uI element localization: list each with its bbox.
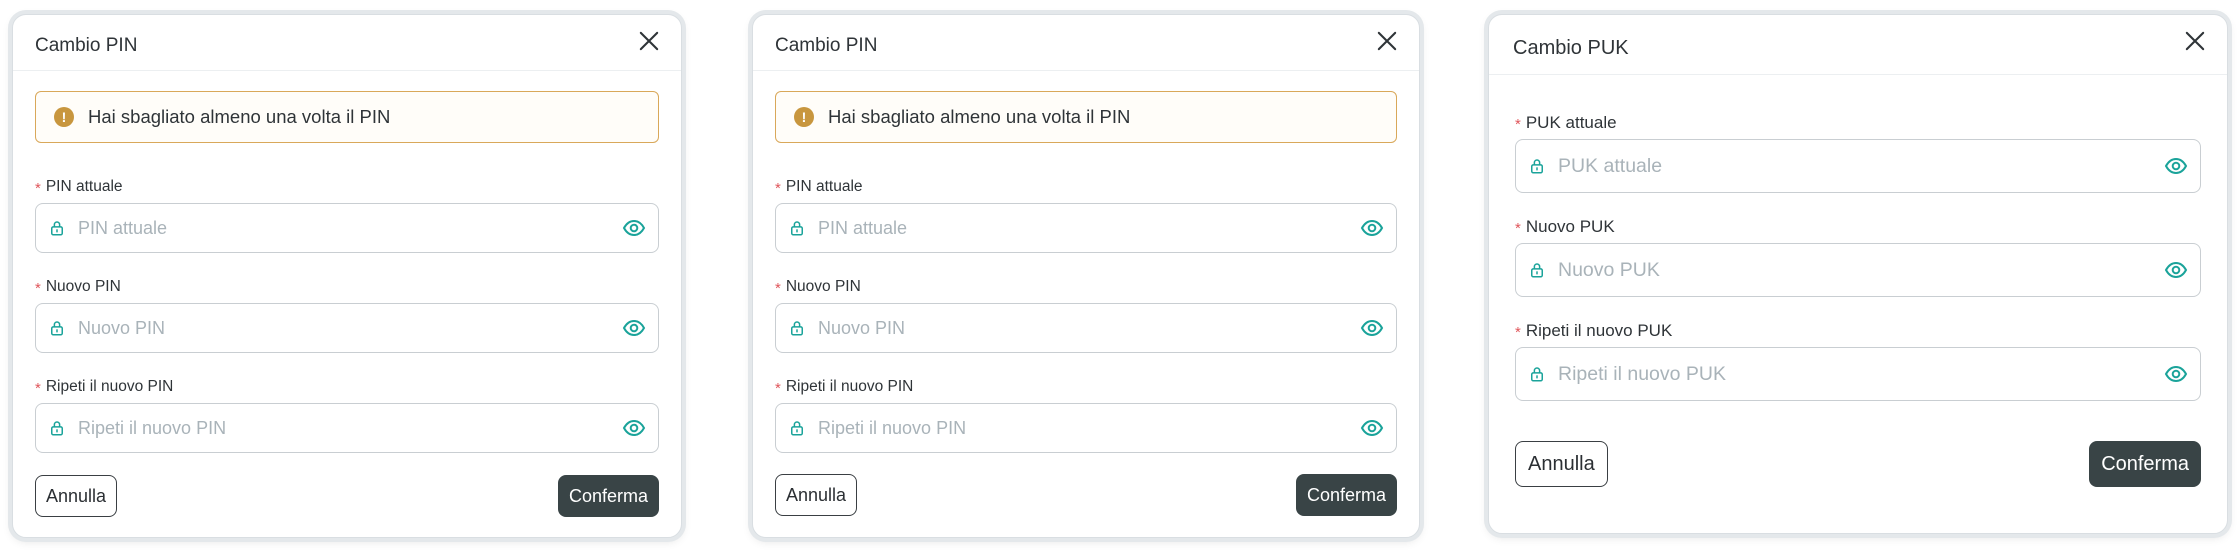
lock-icon (48, 219, 66, 237)
current-pin-input-box[interactable] (775, 203, 1397, 253)
repeat-pin-input[interactable] (78, 413, 622, 443)
warning-alert: ! Hai sbagliato almeno una volta il PIN (775, 91, 1397, 143)
repeat-puk-input[interactable] (1558, 359, 2164, 389)
required-asterisk: * (1515, 219, 1521, 237)
required-asterisk: * (1515, 323, 1521, 341)
field-repeat-pin: * Ripeti il nuovo PIN (775, 377, 1397, 453)
change-pin-dialog: Cambio PIN ! Hai sbagliato almeno una vo… (752, 14, 1420, 538)
eye-icon[interactable] (1360, 316, 1384, 340)
new-puk-input-box[interactable] (1515, 243, 2201, 297)
field-current-pin: * PIN attuale (775, 177, 1397, 253)
required-asterisk: * (35, 279, 41, 297)
close-icon[interactable] (1373, 27, 1401, 55)
eye-icon[interactable] (2164, 154, 2188, 178)
field-label-current-pin: PIN attuale (45, 178, 123, 195)
dialog-header: Cambio PUK (1489, 15, 2227, 75)
new-pin-input-box[interactable] (35, 303, 659, 353)
lock-icon (788, 319, 806, 337)
field-label-repeat-pin: Ripeti il nuovo PIN (45, 378, 174, 395)
field-current-pin: * PIN attuale (35, 177, 659, 253)
dialog-footer: Annulla Conferma (35, 475, 659, 517)
field-current-puk: * PUK attuale (1515, 113, 2201, 193)
confirm-button[interactable]: Conferma (1295, 474, 1397, 516)
field-new-pin: * Nuovo PIN (775, 277, 1397, 353)
repeat-puk-input-box[interactable] (1515, 347, 2201, 401)
lock-icon (48, 319, 66, 337)
required-asterisk: * (1515, 115, 1521, 133)
dialog-footer: Annulla Conferma (775, 474, 1397, 516)
current-puk-input[interactable] (1558, 151, 2164, 181)
dialog-body: * PUK attuale * Nuovo PUK * Ripeti il nu… (1489, 113, 2227, 401)
lock-icon (1528, 157, 1546, 175)
eye-icon[interactable] (2164, 362, 2188, 386)
field-label-repeat-pin: Ripeti il nuovo PIN (785, 378, 914, 395)
current-pin-input[interactable] (818, 213, 1360, 243)
exclamation-circle-icon: ! (54, 107, 74, 127)
lock-icon (1528, 261, 1546, 279)
warning-alert: ! Hai sbagliato almeno una volta il PIN (35, 91, 659, 143)
dialog-title: Cambio PIN (35, 35, 138, 56)
cancel-button[interactable]: Annulla (775, 474, 858, 516)
close-icon[interactable] (2181, 27, 2209, 55)
field-label-new-pin: Nuovo PIN (45, 278, 121, 295)
field-label-current-pin: PIN attuale (785, 178, 863, 195)
confirm-button[interactable]: Conferma (557, 475, 659, 517)
dialog-title: Cambio PUK (1513, 37, 1629, 59)
current-pin-input-box[interactable] (35, 203, 659, 253)
dialog-header: Cambio PIN (13, 15, 681, 71)
eye-icon[interactable] (622, 216, 646, 240)
eye-icon[interactable] (622, 416, 646, 440)
required-asterisk: * (775, 279, 781, 297)
new-pin-input[interactable] (78, 313, 622, 343)
dialog-title: Cambio PIN (775, 35, 878, 56)
exclamation-circle-icon: ! (794, 107, 814, 127)
field-new-puk: * Nuovo PUK (1515, 217, 2201, 297)
required-asterisk: * (775, 379, 781, 397)
required-asterisk: * (35, 179, 41, 197)
new-pin-input[interactable] (818, 313, 1360, 343)
repeat-pin-input-box[interactable] (35, 403, 659, 453)
repeat-pin-input[interactable] (818, 413, 1360, 443)
new-pin-input-box[interactable] (775, 303, 1397, 353)
new-puk-input[interactable] (1558, 255, 2164, 285)
field-new-pin: * Nuovo PIN (35, 277, 659, 353)
field-label-current-puk: PUK attuale (1525, 113, 1617, 132)
field-repeat-pin: * Ripeti il nuovo PIN (35, 377, 659, 453)
field-repeat-puk: * Ripeti il nuovo PUK (1515, 321, 2201, 401)
confirm-button[interactable]: Conferma (2089, 441, 2201, 487)
eye-icon[interactable] (1360, 416, 1384, 440)
lock-icon (788, 419, 806, 437)
field-label-repeat-puk: Ripeti il nuovo PUK (1525, 321, 1673, 340)
field-label-new-puk: Nuovo PUK (1525, 217, 1615, 236)
current-puk-input-box[interactable] (1515, 139, 2201, 193)
lock-icon (1528, 365, 1546, 383)
dialog-body: ! Hai sbagliato almeno una volta il PIN … (13, 91, 681, 453)
dialog-body: ! Hai sbagliato almeno una volta il PIN … (753, 91, 1419, 453)
field-label-new-pin: Nuovo PIN (785, 278, 861, 295)
warning-alert-text: Hai sbagliato almeno una volta il PIN (828, 106, 1131, 127)
repeat-pin-input-box[interactable] (775, 403, 1397, 453)
required-asterisk: * (775, 179, 781, 197)
lock-icon (788, 219, 806, 237)
eye-icon[interactable] (1360, 216, 1384, 240)
eye-icon[interactable] (2164, 258, 2188, 282)
change-pin-dialog: Cambio PIN ! Hai sbagliato almeno una vo… (12, 14, 682, 538)
dialog-footer: Annulla Conferma (1515, 441, 2201, 487)
eye-icon[interactable] (622, 316, 646, 340)
cancel-button[interactable]: Annulla (1515, 441, 1608, 487)
dialog-header: Cambio PIN (753, 15, 1419, 71)
close-icon[interactable] (635, 27, 663, 55)
current-pin-input[interactable] (78, 213, 622, 243)
cancel-button[interactable]: Annulla (35, 475, 118, 517)
required-asterisk: * (35, 379, 41, 397)
warning-alert-text: Hai sbagliato almeno una volta il PIN (88, 106, 391, 127)
change-puk-dialog: Cambio PUK * PUK attuale * Nuovo PUK * R… (1488, 14, 2228, 534)
lock-icon (48, 419, 66, 437)
